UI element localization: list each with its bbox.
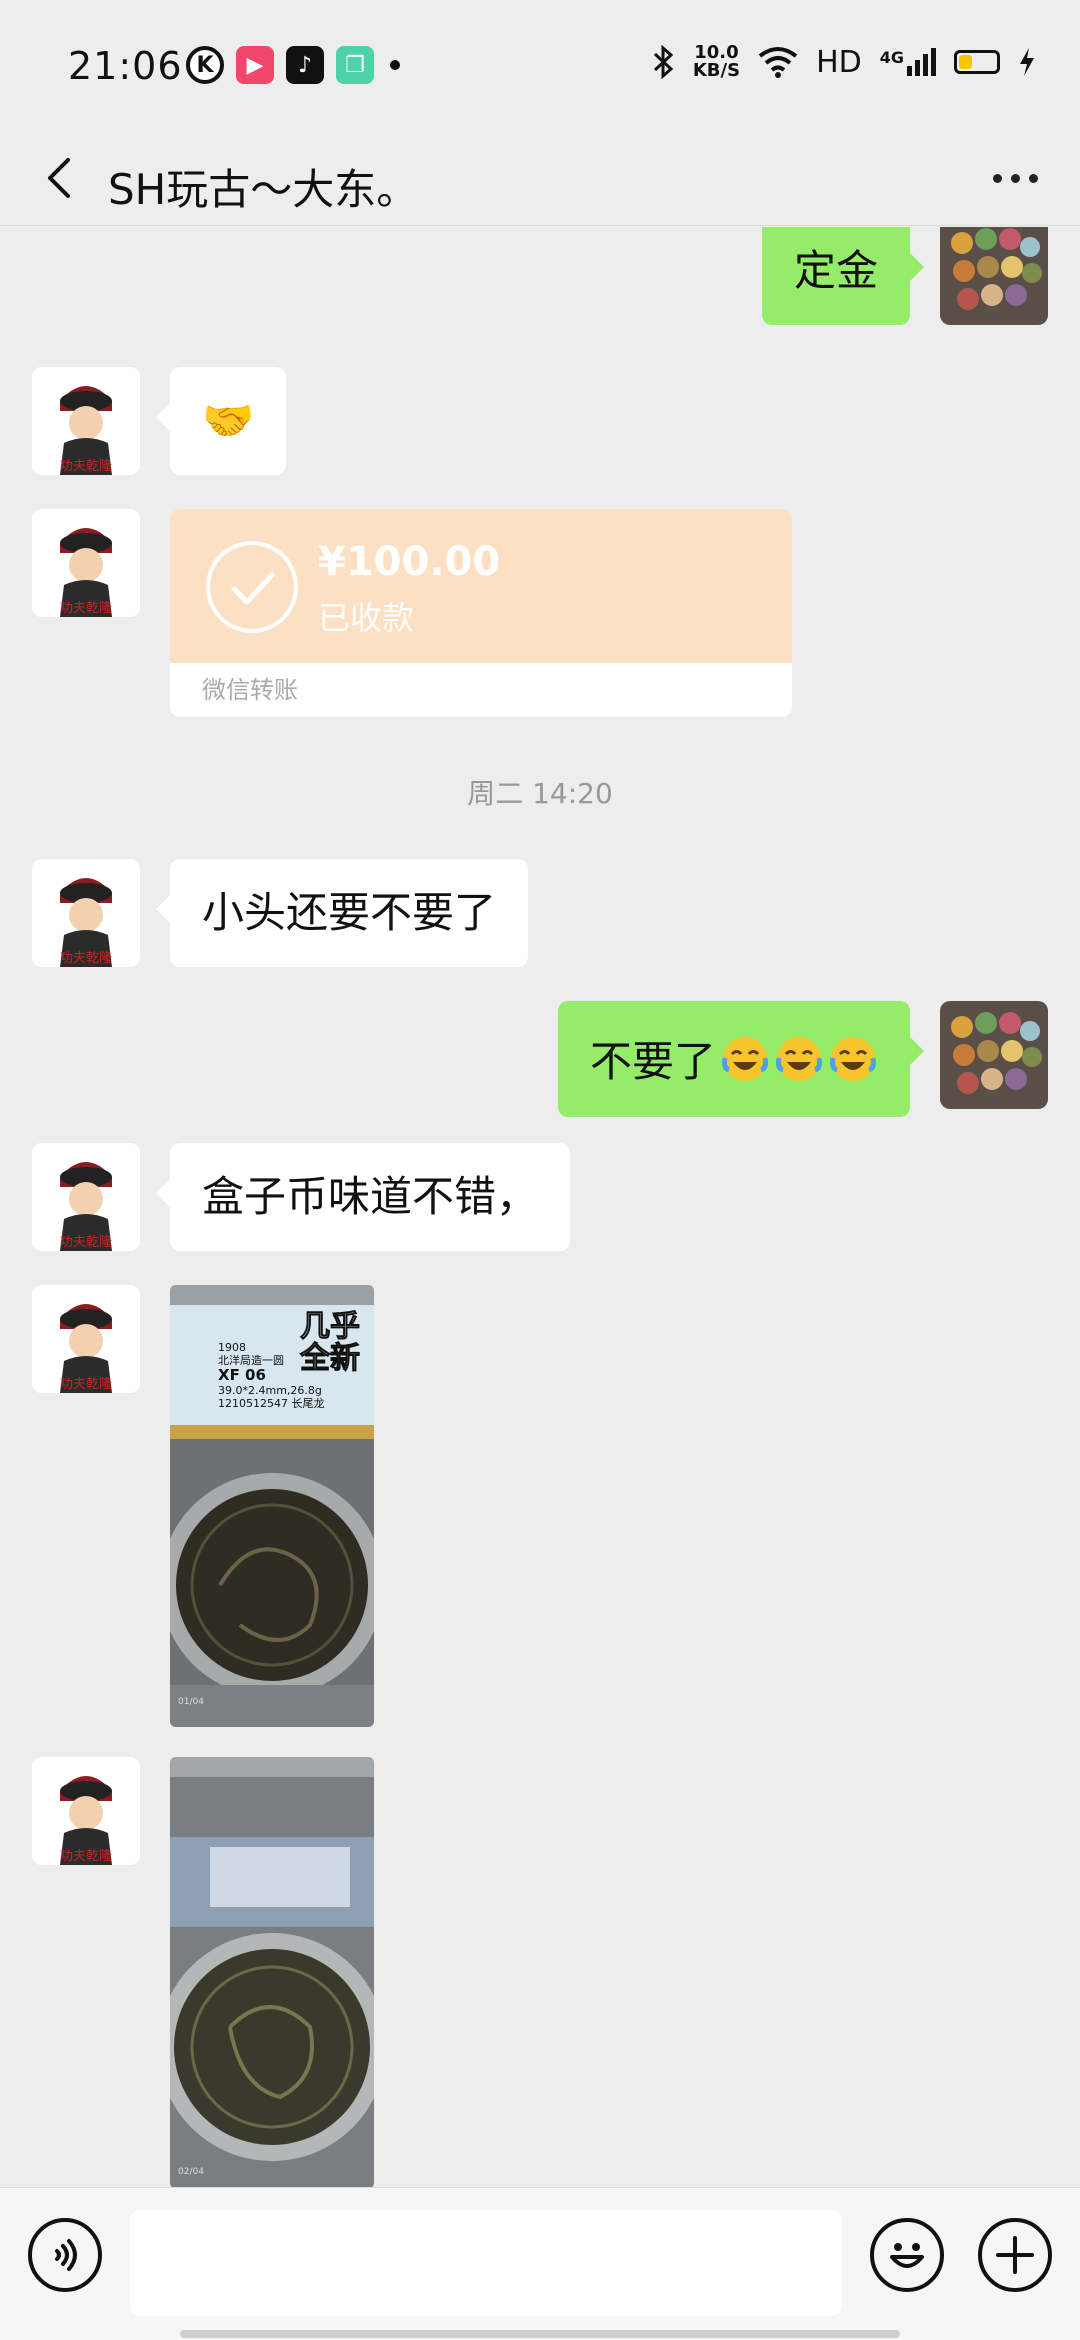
contact-avatar[interactable]: 功夫乾隆 [32, 509, 140, 617]
laughing-crying-emoji-icon [722, 1037, 768, 1081]
signal-bar [923, 54, 928, 76]
coin-serial: 1210512547 长尾龙 [218, 1397, 325, 1410]
net-speed: 10.0 KB/S [693, 44, 740, 80]
more-dot-icon [1010, 173, 1020, 183]
signal-bar [915, 60, 920, 76]
svg-text:功夫乾隆: 功夫乾隆 [60, 459, 112, 474]
charging-icon [1020, 48, 1034, 76]
plus-icon [996, 2236, 1034, 2274]
transfer-footer: 微信转账 [202, 676, 298, 704]
my-avatar[interactable] [940, 227, 1048, 325]
laughing-crying-emoji-icon [776, 1037, 822, 1081]
svg-text:功夫乾隆: 功夫乾隆 [60, 1849, 112, 1864]
coin-photo-1[interactable]: 1908 北洋局造一圆 XF 06 39.0*2.4mm,26.8g 12105… [170, 1285, 374, 1727]
svg-text:功夫乾隆: 功夫乾隆 [60, 1235, 112, 1250]
message-bubble[interactable]: 盒子币味道不错， [155, 1143, 571, 1251]
status-bar: 21:06 K ▶ ♪ ❐ 10.0 KB/S HD 4G [0, 0, 1080, 130]
chat-header: SH玩古～大东。 [0, 130, 1080, 226]
input-bar [0, 2187, 1080, 2340]
message-text: 不要了 [589, 1037, 716, 1086]
my-avatar[interactable] [940, 1001, 1048, 1109]
green-app-icon: ❐ [336, 46, 374, 84]
received-check-icon [206, 541, 298, 633]
photo-headline: 几乎全新 [300, 1309, 361, 1376]
status-app-icons: K ▶ ♪ ❐ [186, 46, 400, 84]
chat-timestamp: 周二 14:20 [467, 777, 613, 810]
contact-avatar[interactable]: 功夫乾隆 [32, 1757, 140, 1865]
battery-fill [959, 55, 972, 69]
message-input[interactable] [130, 2210, 842, 2316]
transfer-card-top: ¥100.00 已收款 [170, 509, 792, 663]
svg-text:功夫乾隆: 功夫乾隆 [60, 951, 112, 966]
bluetooth-icon [653, 45, 674, 79]
contact-avatar[interactable]: 功夫乾隆 [32, 1285, 140, 1393]
contact-avatar[interactable]: 功夫乾隆 [32, 859, 140, 967]
net-speed-unit: KB/S [692, 60, 741, 81]
coin-photo-2[interactable]: 02/04 [170, 1757, 374, 2187]
notification-dot-icon [390, 60, 400, 70]
back-button[interactable] [30, 148, 90, 208]
signal-indicator: 4G [880, 48, 936, 76]
status-time: 21:06 [68, 44, 183, 88]
more-dot-icon [1028, 173, 1038, 183]
laughing-crying-emoji-icon [830, 1037, 876, 1081]
contact-avatar[interactable]: 功夫乾隆 [32, 367, 140, 475]
voice-button[interactable] [28, 2218, 102, 2292]
tiktok-app-icon: ♪ [286, 46, 324, 84]
photo-page: 02/04 [178, 2167, 204, 2177]
transfer-card[interactable]: ¥100.00 已收款 微信转账 [170, 509, 792, 717]
chat-title: SH玩古～大东。 [108, 165, 419, 214]
signal-bar [907, 66, 912, 76]
message-bubble[interactable]: 不要了 [557, 1001, 925, 1117]
emoji-button[interactable] [870, 2218, 944, 2292]
chevron-left-icon [48, 158, 70, 198]
kuaishou-app-icon: K [186, 46, 224, 84]
photo-page: 01/04 [178, 1697, 204, 1707]
status-indicators: 10.0 KB/S HD 4G [653, 44, 1036, 80]
message-bubble[interactable]: 🤝 [155, 367, 287, 475]
more-button[interactable] [980, 148, 1050, 208]
hd-indicator: HD [816, 44, 862, 80]
home-indicator[interactable] [180, 2330, 900, 2338]
more-dot-icon [992, 173, 1002, 183]
message-bubble[interactable]: 小头还要不要了 [155, 859, 529, 967]
signal-bar [931, 48, 936, 76]
message-bubble[interactable]: 定金 [761, 227, 925, 325]
transfer-status: 已收款 [318, 599, 415, 637]
svg-text:功夫乾隆: 功夫乾隆 [60, 1377, 112, 1392]
chat-messages[interactable]: 定金 功夫乾隆 🤝 功夫乾隆 ¥100.00 已收款 微信转账 周二 14:20 [0, 227, 1080, 2187]
contact-avatar[interactable]: 功夫乾隆 [32, 1143, 140, 1251]
svg-text:功夫乾隆: 功夫乾隆 [60, 601, 112, 616]
plus-button[interactable] [978, 2218, 1052, 2292]
wifi-icon [758, 47, 798, 78]
coin-spec: 39.0*2.4mm,26.8g [218, 1384, 322, 1397]
emoji-icon [890, 2243, 924, 2268]
voice-icon [55, 2239, 77, 2271]
battery-icon [954, 50, 1000, 74]
transfer-amount: ¥100.00 [318, 539, 501, 585]
network-type: 4G [879, 48, 904, 67]
video-app-icon: ▶ [236, 46, 274, 84]
